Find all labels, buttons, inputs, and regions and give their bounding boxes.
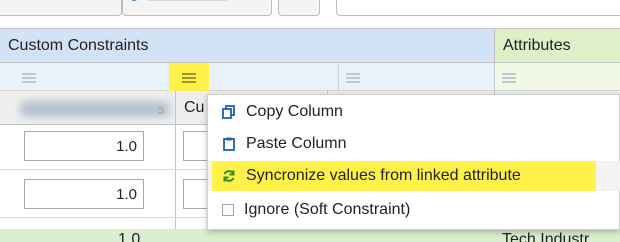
column-menu-icon[interactable] (22, 73, 36, 83)
menu-item-label: Copy Column (246, 103, 343, 120)
toolbar-small-button[interactable] (278, 0, 320, 16)
column-menu-row (0, 63, 494, 91)
menu-item-sync-values[interactable]: Syncronize values from linked attribute (208, 161, 620, 191)
value-cell-input[interactable]: 1.0 (24, 179, 144, 209)
column-menu-icon-active[interactable] (182, 73, 196, 83)
column-menu-icon[interactable] (502, 73, 516, 83)
toolbar-button-icon (129, 0, 139, 1)
group-header-attributes: Attributes (494, 29, 620, 63)
group-header-custom-constraints: Custom Constraints (0, 29, 494, 63)
menu-item-copy-column[interactable]: Copy Column (208, 97, 620, 127)
menu-item-ignore-soft-constraint[interactable]: Ignore (Soft Constraint) (208, 195, 620, 225)
group-header-label: Custom Constraints (8, 36, 149, 54)
blurred-column-title (20, 101, 170, 117)
checkbox-icon[interactable] (222, 204, 234, 216)
toolbar-button[interactable] (122, 0, 272, 16)
toolbar (0, 0, 620, 28)
toolbar-control[interactable] (0, 0, 122, 16)
paste-icon (222, 137, 236, 151)
partial-row-value: 1.0 (118, 231, 141, 242)
toolbar-button-label (147, 0, 227, 1)
toolbar-search-field[interactable] (336, 0, 620, 16)
menu-item-label: Paste Column (246, 135, 347, 152)
partial-row-attribute: Tech Industr (502, 231, 590, 242)
column-header-label[interactable]: Cu (184, 99, 204, 117)
menu-item-paste-column[interactable]: Paste Column (208, 129, 620, 159)
sync-icon (222, 169, 236, 183)
menu-item-label: Syncronize values from linked attribute (246, 167, 521, 184)
edit-icon: ↄ (158, 103, 164, 117)
column-context-menu: Copy Column Paste Column Syncronize valu… (207, 94, 620, 230)
group-header-label: Attributes (503, 36, 571, 54)
menu-item-label: Ignore (Soft Constraint) (244, 201, 411, 218)
copy-icon (222, 105, 236, 119)
value-cell-input[interactable]: 1.0 (24, 131, 144, 161)
column-menu-icon[interactable] (346, 73, 360, 83)
